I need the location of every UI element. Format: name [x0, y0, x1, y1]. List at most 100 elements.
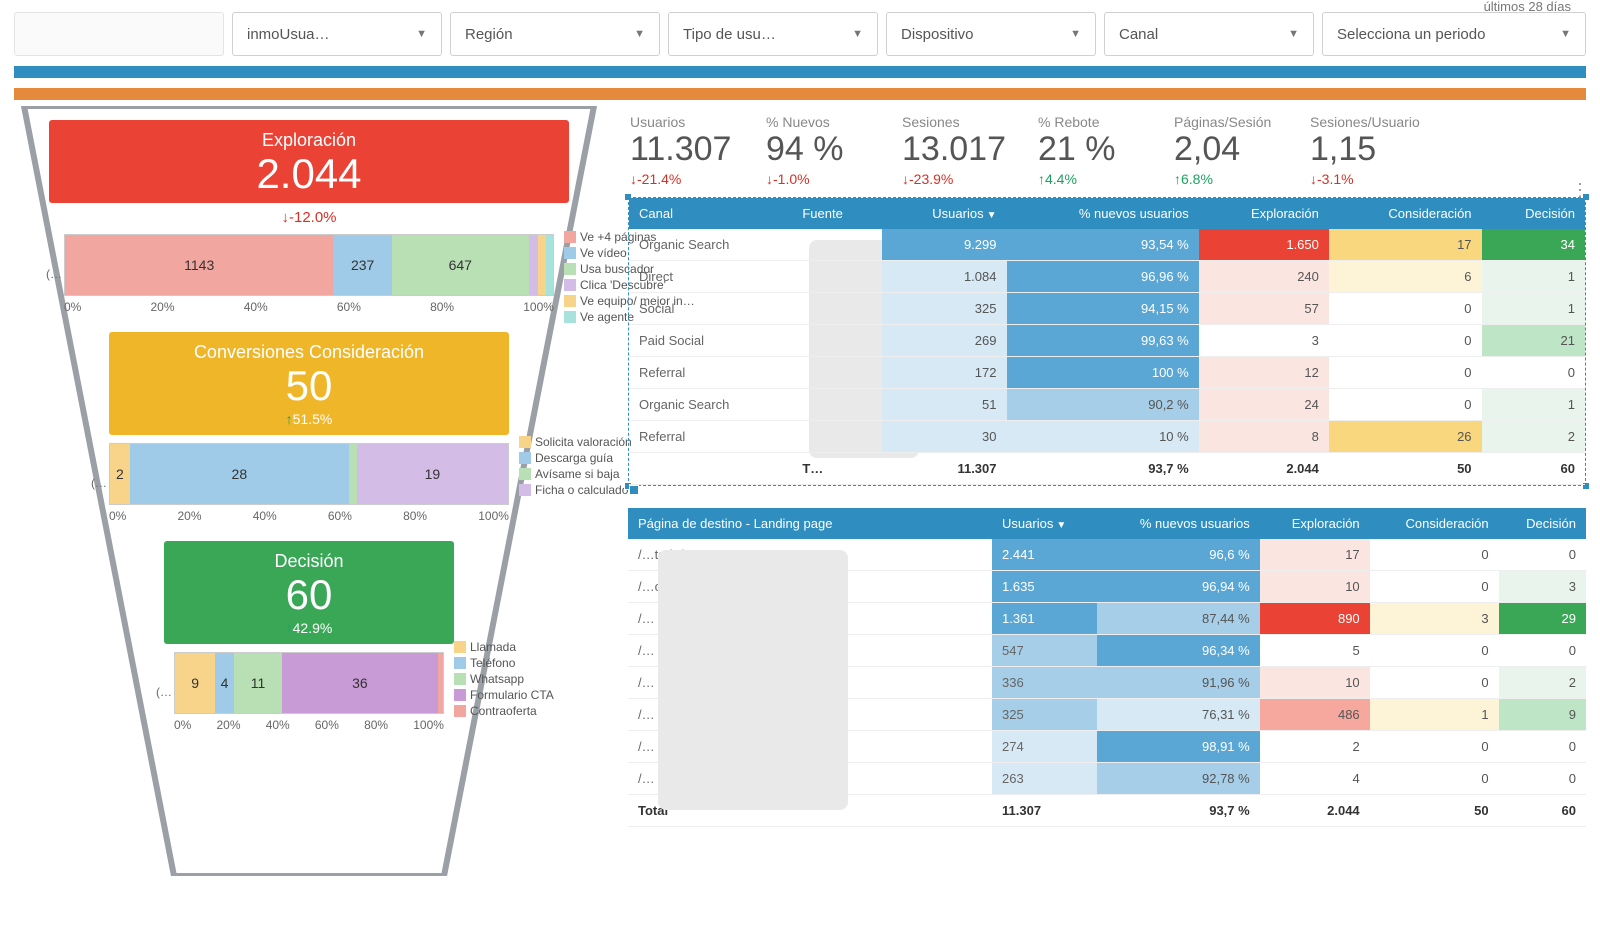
table-row[interactable]: Social32594,15 %5701: [629, 293, 1585, 325]
kpi-delta: 4.4%: [1038, 171, 1148, 187]
table-total-row: T…11.30793,7 %2.0445060: [629, 453, 1585, 485]
stage-value: 50: [109, 365, 509, 407]
legend-item: Avísame si baja: [535, 467, 620, 481]
bar-consideracion: 2 28 19: [109, 443, 509, 505]
seg-val: 19: [425, 466, 441, 482]
th-canal[interactable]: Canal: [629, 198, 792, 229]
chevron-down-icon: ▼: [634, 28, 645, 40]
y-label: (…: [91, 476, 107, 490]
seg-ficha: 19: [357, 444, 508, 504]
x-axis: 0%20%40%60%80%100%: [174, 718, 444, 732]
kpi-sesiones: Sesiones13.017 -23.9%: [902, 114, 1012, 187]
th-usuarios[interactable]: Usuarios▼: [992, 508, 1097, 539]
legend-item: Formulario CTA: [470, 688, 554, 702]
stage-title: Conversiones Consideración: [109, 342, 509, 363]
right-panel: Usuarios11.307-21.4% % Nuevos94 %-1.0% S…: [628, 106, 1586, 827]
th-nuevos[interactable]: % nuevos usuarios: [1007, 198, 1199, 229]
filter-dispositivo[interactable]: Dispositivo▼: [886, 12, 1096, 56]
seg-llamada: 9: [175, 653, 215, 713]
kpi-label: Sesiones: [902, 114, 1012, 130]
legend-decision: Llamada Teléfono Whatsapp Formulario CTA…: [454, 640, 554, 720]
kpi-delta: -1.0%: [766, 171, 876, 187]
filter-period[interactable]: últimos 28 días Selecciona un periodo▼: [1322, 12, 1586, 56]
seg-valoracion: 2: [110, 444, 130, 504]
kpi-rebote: % Rebote21 % 4.4%: [1038, 114, 1148, 187]
channel-table-frame[interactable]: ⋮ Canal Fuente Usuarios▼ % nuevos usuari…: [628, 197, 1586, 486]
th-fuente[interactable]: Fuente: [792, 198, 882, 229]
th-usuarios[interactable]: Usuarios▼: [882, 198, 1007, 229]
seg-whatsapp: 11: [234, 653, 282, 713]
stage-delta: 51.5%: [109, 411, 509, 427]
seg-val: 2: [116, 466, 124, 482]
legend-item: Descarga guía: [535, 451, 613, 465]
seg-val: 4: [221, 675, 229, 691]
stage-delta: 42.9%: [164, 620, 454, 636]
kpi-sesiones-usuario: Sesiones/Usuario1,15-3.1%: [1310, 114, 1420, 187]
filter-canal[interactable]: Canal ▼: [1104, 12, 1314, 56]
th-exploracion[interactable]: Exploración: [1260, 508, 1370, 539]
table-row[interactable]: Organic Search9.29993,54 %1.6501734: [629, 229, 1585, 261]
kpi-value: 11.307: [630, 130, 740, 169]
kpi-value: 94 %: [766, 130, 876, 169]
filter-label: Canal: [1119, 26, 1158, 43]
seg-equipo: [538, 235, 545, 295]
sort-desc-icon: ▼: [987, 210, 997, 221]
table-row[interactable]: Paid Social26999,63 %3021: [629, 325, 1585, 357]
table-row[interactable]: Organic Search5190,2 %2401: [629, 389, 1585, 421]
chevron-down-icon: ▼: [1288, 28, 1299, 40]
legend-item: Contraoferta: [470, 704, 537, 718]
filter-tipo-usuario[interactable]: Tipo de usu…▼: [668, 12, 878, 56]
th-nuevos[interactable]: % nuevos usuarios: [1097, 508, 1259, 539]
table-row[interactable]: Referral3010 %8262: [629, 421, 1585, 453]
filter-bar: inmoUsua…▼ Región▼ Tipo de usu…▼ Disposi…: [0, 0, 1600, 66]
seg-ve-video: 237: [333, 235, 392, 295]
table-row[interactable]: Direct1.08496,96 %24061: [629, 261, 1585, 293]
seg-val: 237: [351, 257, 374, 273]
stage-exploracion: Exploración 2.044: [49, 120, 569, 203]
filter-label: Región: [465, 26, 513, 43]
bar-blue: [14, 66, 1586, 78]
kpi-label: Páginas/Sesión: [1174, 114, 1284, 130]
table-row[interactable]: Referral172100 %1200: [629, 357, 1585, 389]
legend-item: Ve agente: [580, 310, 634, 324]
chevron-down-icon: ▼: [1560, 28, 1571, 40]
legend-item: Llamada: [470, 640, 516, 654]
kpi-delta: -21.4%: [630, 171, 740, 187]
redacted-block: [658, 550, 848, 810]
bar-decision: 9 4 11 36: [174, 652, 444, 714]
legend-consideracion: Solicita valoración Descarga guía Avísam…: [519, 435, 639, 499]
th-consideracion[interactable]: Consideración: [1370, 508, 1499, 539]
chevron-down-icon: ▼: [416, 28, 427, 40]
kpi-value: 2,04: [1174, 130, 1284, 169]
seg-ve-4-paginas: 1143: [65, 235, 333, 295]
filter-inmousua[interactable]: inmoUsua…▼: [232, 12, 442, 56]
seg-descubre: [529, 235, 539, 295]
period-caption: últimos 28 días: [1484, 0, 1571, 14]
kpi-value: 13.017: [902, 130, 1012, 169]
seg-val: 28: [232, 466, 248, 482]
filter-label: Tipo de usu…: [683, 26, 776, 43]
th-decision[interactable]: Decisión: [1499, 508, 1586, 539]
th-exploracion[interactable]: Exploración: [1199, 198, 1329, 229]
filter-blank[interactable]: [14, 12, 224, 56]
bar-orange: [14, 88, 1586, 100]
legend-item: Ve vídeo: [580, 246, 627, 260]
legend-item: Whatsapp: [470, 672, 524, 686]
th-decision[interactable]: Decisión: [1482, 198, 1585, 229]
kpi-usuarios: Usuarios11.307 -21.4%: [630, 114, 740, 187]
th-consideracion[interactable]: Consideración: [1329, 198, 1482, 229]
th-landing-title[interactable]: Página de destino - Landing page: [628, 508, 992, 539]
funnel-panel: Exploración 2.044 -12.0% (… 1143 237 647…: [14, 106, 604, 827]
seg-val: 36: [352, 675, 368, 691]
kpi-value: 21 %: [1038, 130, 1148, 169]
stage-title: Decisión: [164, 551, 454, 572]
stage-decision: Decisión 60 42.9%: [164, 541, 454, 644]
filter-region[interactable]: Región ▼: [450, 12, 660, 56]
kpi-label: % Rebote: [1038, 114, 1148, 130]
kpi-delta: -23.9%: [902, 171, 1012, 187]
sort-desc-icon: ▼: [1056, 520, 1066, 531]
channel-table: Canal Fuente Usuarios▼ % nuevos usuarios…: [629, 198, 1585, 485]
kpi-label: Usuarios: [630, 114, 740, 130]
kpi-nuevos: % Nuevos94 %-1.0%: [766, 114, 876, 187]
bar-exploracion: 1143 237 647: [64, 234, 554, 296]
